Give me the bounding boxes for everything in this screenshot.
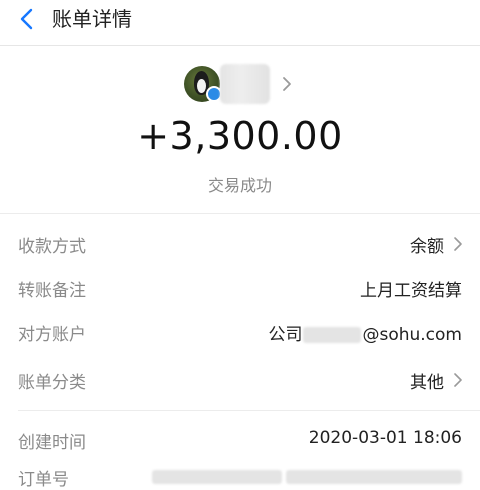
account-suffix: @sohu.com [362, 325, 462, 345]
redacted-block [286, 470, 462, 484]
counterparty-name-redacted[interactable] [220, 64, 270, 104]
detail-row-bill-category[interactable]: 账单分类 其他 [0, 358, 480, 402]
divider [0, 45, 480, 46]
detail-row-transfer-note: 转账备注 上月工资结算 [0, 266, 480, 310]
detail-label: 对方账户 [18, 325, 86, 345]
detail-value: 公司 @sohu.com [268, 320, 462, 345]
top-bar: 账单详情 [0, 0, 480, 44]
chevron-right-icon[interactable] [280, 74, 294, 94]
transaction-status: 交易成功 [207, 176, 272, 195]
chevron-right-icon [454, 373, 462, 387]
page-title: 账单详情 [52, 7, 132, 31]
detail-value: 上月工资结算 [360, 281, 462, 301]
account-redacted [303, 327, 362, 343]
account-prefix: 公司 [268, 325, 303, 345]
transaction-amount: +3,300.00 [137, 114, 343, 158]
detail-label: 账单分类 [18, 373, 86, 393]
detail-value: 余额 [410, 237, 444, 257]
detail-value: 2020-03-01 18:06 [308, 428, 462, 448]
divider [18, 410, 480, 411]
detail-label: 创建时间 [18, 433, 86, 453]
chevron-left-icon[interactable] [14, 6, 40, 32]
detail-row-created-time: 创建时间 2020-03-01 18:06 [0, 418, 480, 462]
penguin-belly [197, 79, 206, 93]
chevron-right-icon [454, 237, 462, 251]
detail-row-payment-method[interactable]: 收款方式 余额 [0, 222, 480, 266]
detail-label: 收款方式 [18, 237, 86, 257]
detail-row-counterparty-account: 对方账户 公司 @sohu.com [0, 310, 480, 354]
divider [0, 213, 480, 214]
redacted-block [152, 470, 282, 484]
detail-value: 其他 [410, 373, 444, 393]
detail-label: 订单号 [18, 470, 69, 490]
detail-label: 转账备注 [18, 281, 86, 301]
